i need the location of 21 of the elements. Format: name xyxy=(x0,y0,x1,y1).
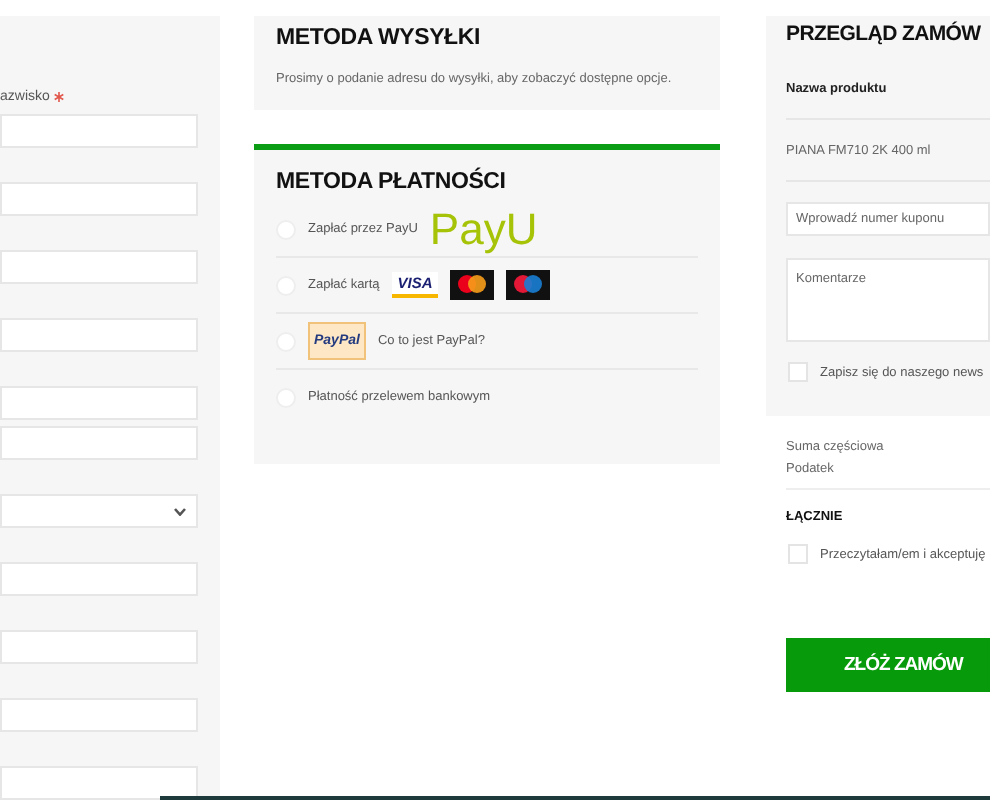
caret-icon xyxy=(174,508,186,516)
payu-logo: PayU xyxy=(429,207,538,251)
section-title: METODA WYSYŁKI xyxy=(276,26,482,50)
section-title: METODA PŁATNOŚCI xyxy=(276,170,508,194)
input-field[interactable] xyxy=(0,250,198,284)
place-order-button[interactable]: ZŁÓŻ ZAMÓW xyxy=(786,638,990,692)
input-field[interactable] xyxy=(0,698,198,732)
input-field[interactable] xyxy=(0,182,198,216)
checkbox[interactable] xyxy=(788,362,808,382)
input-field[interactable] xyxy=(0,426,198,460)
input-field[interactable] xyxy=(0,630,198,664)
input-field[interactable] xyxy=(0,766,198,800)
input-field[interactable] xyxy=(0,562,198,596)
input-field[interactable] xyxy=(0,386,198,420)
card-logo-icon xyxy=(450,270,495,300)
card-logo-icon xyxy=(506,270,551,300)
section-title: PRZEGLĄD ZAMÓW xyxy=(786,22,983,46)
input-field[interactable] xyxy=(0,114,198,148)
select-field[interactable] xyxy=(0,494,198,528)
checkbox[interactable] xyxy=(788,544,808,564)
input-field[interactable] xyxy=(0,318,198,352)
